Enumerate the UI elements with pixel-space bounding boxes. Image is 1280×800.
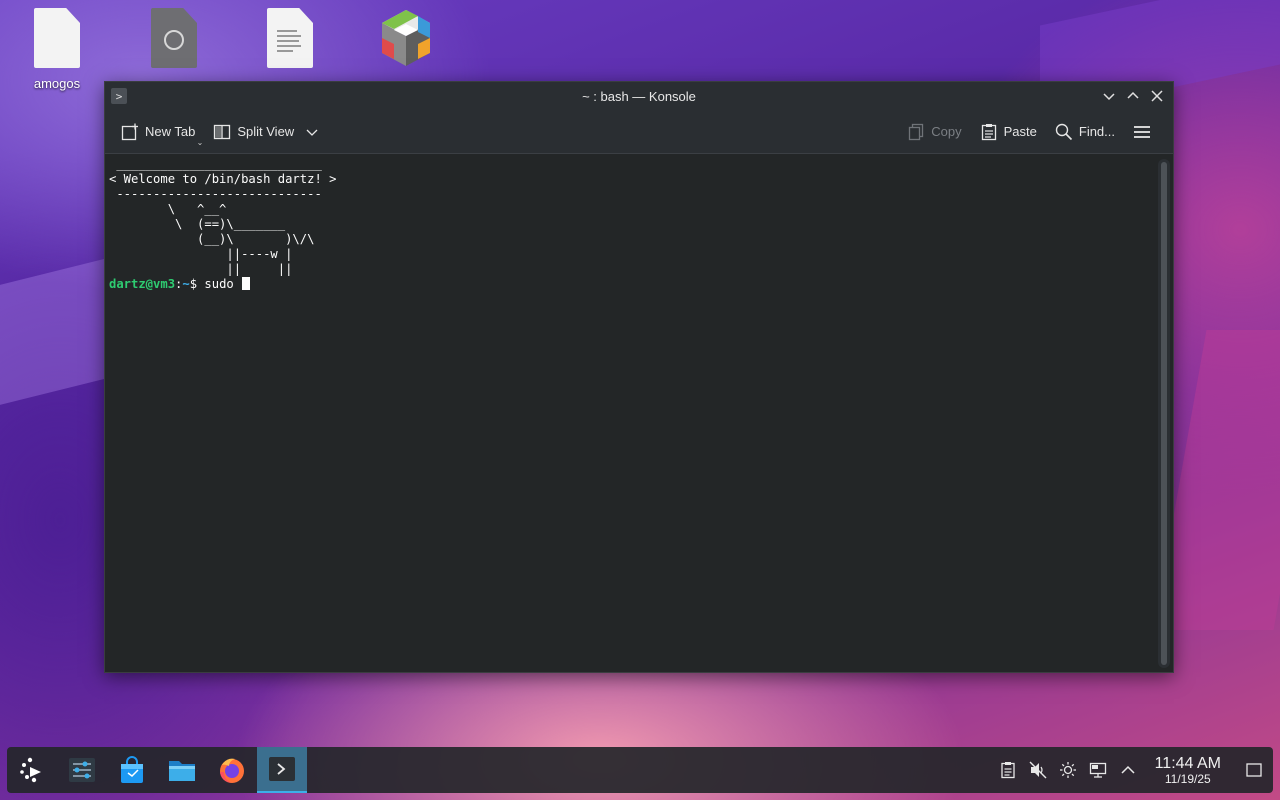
store-bag-icon (121, 756, 143, 783)
konsole-toolbar: New Tab ⌄ Split View Copy Paste Find... (105, 110, 1173, 154)
discover-taskbar-button[interactable] (107, 747, 157, 793)
peek-desktop-button[interactable] (1243, 759, 1265, 781)
terminal-line: \ ^__^ (109, 202, 227, 216)
show-hidden-icons-button[interactable] (1117, 759, 1139, 781)
chevron-up-icon (1121, 765, 1135, 774)
konsole-window[interactable]: > ~ : bash — Konsole New Tab ⌄ Split Vie… (104, 81, 1174, 673)
new-tab-icon (121, 123, 138, 140)
find-label: Find... (1078, 124, 1115, 139)
digital-clock[interactable]: 11:44 AM 11/19/25 (1155, 755, 1221, 786)
paste-button[interactable]: Paste (974, 119, 1043, 145)
split-view-label: Split View (237, 124, 295, 139)
firefox-taskbar-button[interactable] (207, 747, 257, 793)
desktop-icon-text-document[interactable] (250, 8, 330, 68)
firefox-icon (220, 758, 244, 783)
minimize-button[interactable] (1099, 86, 1119, 106)
terminal-line: ____________________________ (109, 157, 322, 171)
taskbar: 11:44 AM 11/19/25 (7, 747, 1273, 793)
window-titlebar[interactable]: > ~ : bash — Konsole (105, 82, 1173, 110)
paste-icon (981, 123, 996, 140)
new-tab-button[interactable]: New Tab ⌄ (115, 119, 204, 147)
paste-label: Paste (1003, 124, 1037, 139)
search-icon (1055, 123, 1072, 140)
close-icon (1151, 90, 1163, 102)
dropdown-arrow-icon: ⌄ (196, 137, 204, 147)
terminal-scrollbar[interactable] (1158, 159, 1170, 668)
brightness-icon (1059, 762, 1076, 778)
chevron-down-icon (1103, 93, 1115, 101)
prompt-path: ~ (182, 277, 190, 291)
volume-muted-icon (1029, 761, 1047, 779)
desktop-icon-disc-image[interactable] (134, 8, 214, 68)
application-launcher-button[interactable] (7, 747, 57, 793)
terminal-line: < Welcome to /bin/bash dartz! > (109, 172, 337, 186)
terminal-line: (__)\ )\/\ (109, 232, 315, 246)
terminal-line: ||----w | (109, 247, 293, 261)
terminal-icon (269, 757, 295, 781)
desktop-icon (1246, 763, 1262, 777)
scrollbar-handle[interactable] (1161, 162, 1167, 665)
chevron-down-icon[interactable] (306, 126, 318, 138)
text-document-icon (267, 8, 313, 68)
new-tab-label: New Tab (145, 124, 196, 139)
terminal-prompt-line[interactable]: dartz@vm3:~$ sudo (109, 277, 1151, 292)
terminal-output[interactable]: ____________________________ < Welcome to… (105, 155, 1155, 672)
terminal-line: \ (==)\_______ (109, 217, 286, 231)
hamburger-menu-icon (1134, 125, 1150, 138)
copy-label: Copy (931, 124, 962, 139)
clipboard-tray-button[interactable] (997, 759, 1019, 781)
clock-date: 11/19/25 (1164, 771, 1211, 786)
split-view-button[interactable]: Split View (207, 119, 324, 145)
brightness-tray-button[interactable] (1057, 759, 1079, 781)
terminal-line: || || (109, 262, 293, 276)
window-title: ~ : bash — Konsole (582, 88, 696, 104)
clipboard-icon (1000, 762, 1015, 779)
terminal-line: ---------------------------- (109, 187, 322, 201)
volume-tray-button[interactable] (1027, 759, 1049, 781)
clock-time: 11:44 AM (1154, 754, 1221, 772)
copy-button[interactable]: Copy (901, 119, 967, 145)
settings-sliders-icon (69, 758, 95, 782)
network-tray-button[interactable] (1087, 759, 1109, 781)
dolphin-taskbar-button[interactable] (157, 747, 207, 793)
text-cursor (242, 277, 251, 290)
maximize-button[interactable] (1123, 86, 1143, 106)
terminal-command: sudo (204, 277, 242, 291)
close-button[interactable] (1147, 86, 1167, 106)
system-tray: 11:44 AM 11/19/25 (997, 755, 1273, 786)
system-settings-taskbar-button[interactable] (57, 747, 107, 793)
hamburger-menu-button[interactable] (1127, 119, 1157, 145)
find-button[interactable]: Find... (1049, 119, 1121, 145)
prompt-user: dartz@vm3 (109, 277, 176, 291)
chevron-up-icon (1127, 91, 1139, 99)
copy-icon (909, 123, 924, 140)
konsole-app-icon[interactable]: > (111, 88, 127, 104)
blank-file-icon (34, 8, 80, 68)
kde-launcher-icon (20, 757, 41, 783)
desktop-icon-amogos[interactable]: amogos (17, 8, 97, 91)
network-wired-icon (1089, 762, 1106, 778)
cube-package-icon (378, 8, 434, 68)
prompt-symbol: $ (189, 277, 205, 291)
konsole-taskbar-button[interactable] (257, 747, 307, 793)
split-view-icon (214, 124, 231, 139)
desktop-icon-label: amogos (33, 76, 81, 91)
disc-image-file-icon (151, 8, 197, 68)
folder-icon (169, 761, 195, 781)
desktop-icon-package[interactable] (366, 8, 446, 68)
